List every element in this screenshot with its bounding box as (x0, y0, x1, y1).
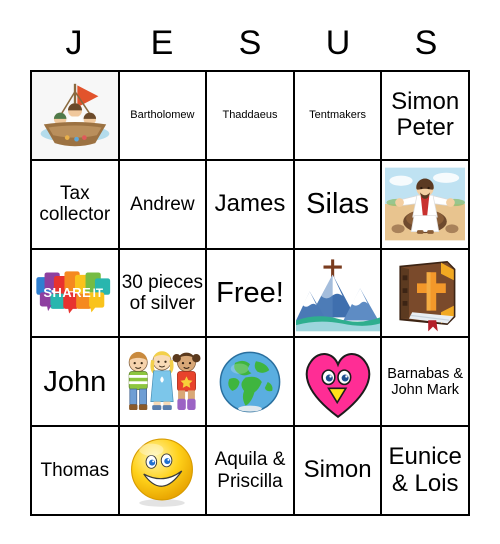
bingo-cell-r1-c4[interactable]: Tentmakers (294, 72, 383, 161)
bingo-cell-r1-c1[interactable] (32, 72, 120, 161)
bingo-cell-r1-c2[interactable]: Bartholomew (119, 72, 208, 161)
bingo-cell-r2-c5[interactable] (382, 160, 470, 250)
bingo-cell-r5-c4[interactable]: Simon (294, 427, 383, 516)
bingo-cell-r3-c1[interactable]: SHARE IT (32, 249, 120, 339)
bingo-cell-r2-c4[interactable]: Silas (294, 160, 383, 250)
bingo-cell-r3-c4[interactable] (294, 249, 383, 339)
bingo-cell-r5-c5[interactable]: Eunice & Lois (382, 427, 470, 516)
bingo-cell-label: Thaddaeus (222, 109, 278, 122)
bingo-cell-r3-c3[interactable]: Free! (207, 249, 295, 339)
bingo-cell-r5-c2[interactable] (119, 427, 208, 516)
bingo-cell-label: Barnabas & John Mark (387, 365, 464, 398)
bingo-cell-r3-c5[interactable] (382, 249, 470, 339)
mountains-with-cross-icon (295, 250, 381, 337)
three-children-icon (120, 338, 206, 425)
svg-text:SHARE: SHARE (43, 285, 91, 300)
bingo-cell-r4-c1[interactable]: John (32, 338, 120, 428)
bingo-cell-label: Tentmakers (309, 109, 367, 122)
bingo-cell-label: Tax collector (39, 182, 111, 226)
jesus-on-rock-icon (382, 161, 468, 248)
bingo-cell-label: John (43, 365, 107, 398)
smiley-face-icon (120, 427, 206, 514)
bingo-cell-r1-c5[interactable]: Simon Peter (382, 72, 470, 161)
bingo-cell-label: Aquila & Priscilla (214, 449, 286, 492)
bingo-cell-label: Eunice & Lois (388, 442, 462, 497)
bingo-cell-r1-c3[interactable]: Thaddaeus (207, 72, 295, 161)
bingo-cell-r2-c2[interactable]: Andrew (119, 160, 208, 250)
header-letter-2: E (150, 24, 174, 62)
bingo-cell-r5-c1[interactable]: Thomas (32, 427, 120, 516)
bible-with-cross-icon (382, 250, 468, 337)
bingo-cell-r4-c4[interactable] (294, 338, 383, 428)
bingo-cell-r3-c2[interactable]: 30 pieces of silver (119, 249, 208, 339)
header-letter-1: J (65, 24, 83, 62)
bingo-cell-r4-c5[interactable]: Barnabas & John Mark (382, 338, 470, 428)
bingo-cell-r4-c3[interactable] (207, 338, 295, 428)
bingo-cell-label: Andrew (130, 193, 195, 215)
bingo-cell-label: James (214, 189, 286, 217)
bingo-cell-label: 30 pieces of silver (121, 271, 204, 314)
bingo-grid: Bartholomew Thaddaeus Tentmakers Simon Pete… (30, 70, 470, 516)
share-it-logo-icon: SHARE IT (32, 250, 118, 337)
bingo-cell-label: Simon Peter (391, 87, 460, 142)
bingo-card: J E S U S Bartholomew Thaddaeus Tentmake… (0, 0, 500, 544)
header-letter-3: S (238, 24, 262, 62)
bingo-cell-r5-c3[interactable]: Aquila & Priscilla (207, 427, 295, 516)
earth-globe-icon (207, 338, 293, 425)
header-letter-5: S (414, 24, 438, 62)
bingo-cell-label: Simon (303, 456, 372, 484)
svg-text:IT: IT (92, 287, 103, 300)
bingo-cell-r4-c2[interactable] (119, 338, 208, 428)
header-letter-4: U (325, 24, 351, 62)
bingo-cell-r2-c3[interactable]: James (207, 160, 295, 250)
bingo-cell-label: Bartholomew (130, 109, 195, 122)
bingo-cell-r2-c1[interactable]: Tax collector (32, 160, 120, 250)
pink-heart-face-icon (295, 338, 381, 425)
bingo-cell-label: Free! (216, 276, 284, 309)
bingo-cell-label: Silas (306, 187, 370, 220)
bingo-cell-label: Thomas (40, 459, 110, 481)
bingo-header-letters: J E S U S (30, 18, 470, 68)
disciples-fishing-boat-icon (32, 72, 118, 159)
